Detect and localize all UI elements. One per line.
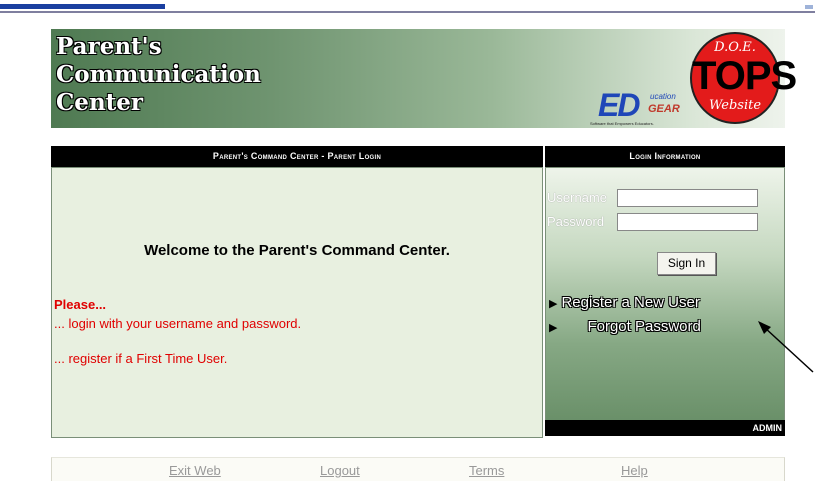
sign-in-button[interactable]: Sign In: [657, 252, 716, 275]
terms-link[interactable]: Terms: [469, 463, 504, 478]
site-title-line-3: Center: [56, 89, 144, 116]
footer-nav: Exit Web Logout Terms Help: [51, 457, 785, 481]
site-title: Parent's Communication Center: [56, 33, 261, 117]
tops-logo-doe: D.O.E.: [714, 40, 756, 55]
login-panel: Username Password Sign In ▶ Register a Ne…: [545, 167, 785, 421]
register-instruction: ... register if a First Time User.: [54, 351, 228, 366]
please-label: Please...: [54, 297, 107, 312]
edgear-logo-ed: ED: [598, 87, 640, 123]
site-title-line-1: Parent's: [56, 33, 162, 60]
exit-web-link[interactable]: Exit Web: [169, 463, 221, 478]
admin-link[interactable]: ADMIN: [545, 420, 785, 436]
username-label: Username: [547, 190, 607, 205]
login-info-header: Login Information: [545, 146, 785, 167]
edgear-logo: ED ucation GEAR Software that Empowers E…: [590, 87, 690, 127]
browser-tab-indicator: [0, 4, 165, 9]
tops-logo-website: Website: [708, 98, 762, 113]
tops-logo-main: TOPS: [692, 54, 797, 98]
welcome-panel: Welcome to the Parent's Command Center. …: [51, 167, 543, 438]
logout-link[interactable]: Logout: [320, 463, 360, 478]
login-instruction: ... login with your username and passwor…: [54, 316, 302, 331]
password-input[interactable]: [617, 213, 758, 231]
parent-login-header: Parent's Command Center - Parent Login: [51, 146, 543, 167]
password-label: Password: [547, 214, 605, 229]
browser-scroll-nub: [805, 5, 813, 9]
username-input[interactable]: [617, 189, 758, 207]
help-link[interactable]: Help: [621, 463, 648, 478]
triangle-right-icon: ▶: [549, 322, 558, 334]
browser-divider: [0, 11, 815, 13]
register-link-label: Register a New User: [561, 294, 700, 311]
forgot-password-link[interactable]: ▶ Forgot Password: [549, 318, 701, 335]
edgear-logo-gear: GEAR: [648, 103, 680, 115]
register-link[interactable]: ▶ Register a New User: [549, 294, 700, 311]
triangle-right-icon: ▶: [549, 298, 558, 310]
welcome-heading: Welcome to the Parent's Command Center.: [144, 242, 450, 259]
tops-logo: D.O.E. TOPS Website: [690, 32, 797, 124]
site-title-line-2: Communication: [56, 61, 261, 88]
header-banner: Parent's Communication Center ED ucation…: [51, 29, 797, 128]
edgear-logo-ucation: ucation: [650, 92, 676, 101]
edgear-logo-tagline: Software that Empowers Educators.: [590, 121, 654, 126]
forgot-password-label: Forgot Password: [587, 318, 701, 335]
